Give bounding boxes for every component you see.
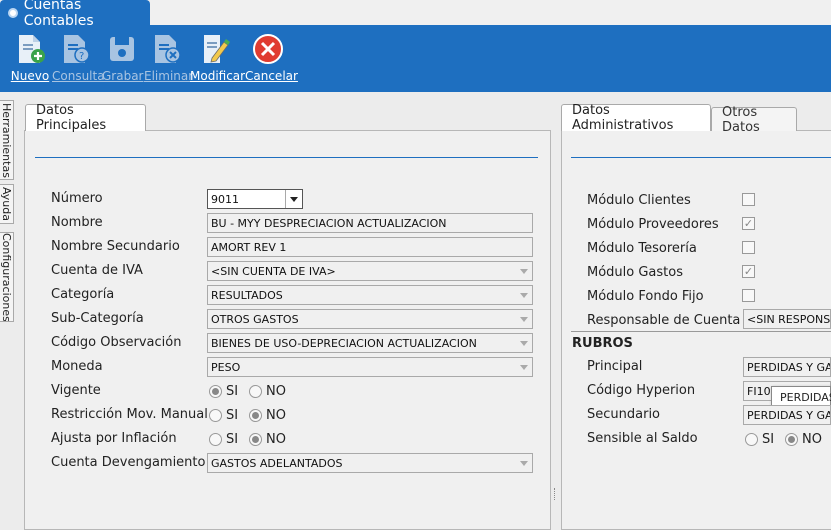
sensible-si-radio[interactable]: SI (745, 432, 774, 447)
sensible-no-radio[interactable]: NO (785, 432, 822, 447)
codigo-observacion-label: Código Observación (51, 335, 182, 350)
modulo-proveedores-label: Módulo Proveedores (587, 217, 719, 232)
modificar-label: Modificar (190, 69, 246, 83)
cancelar-label: Cancelar (245, 69, 298, 83)
tab-otros-datos[interactable]: Otros Datos (711, 105, 797, 135)
codigo-hyperion-label: Código Hyperion (587, 383, 696, 398)
ajusta-no-radio[interactable]: NO (249, 432, 286, 447)
query-document-icon: ? (64, 35, 90, 63)
side-tabs: Herramientas Ayuda Configuraciones (0, 92, 14, 523)
cuenta-iva-label: Cuenta de IVA (51, 263, 143, 278)
nuevo-button[interactable]: Nuevo (10, 32, 50, 83)
splitter-handle[interactable] (554, 488, 556, 500)
modulo-fondo-fijo-checkbox[interactable] (742, 289, 755, 302)
tab-datos-principales[interactable]: Datos Principales (25, 103, 146, 133)
cancel-circle-icon (253, 34, 283, 64)
vigente-si-radio[interactable]: SI (209, 384, 238, 399)
modulo-gastos-label: Módulo Gastos (587, 265, 683, 280)
chevron-down-icon (520, 317, 528, 322)
devengamiento-label: Cuenta Devengamiento (51, 455, 206, 470)
grabar-label: Grabar (102, 69, 144, 83)
chevron-down-icon[interactable] (285, 190, 302, 208)
codigo-observacion-select[interactable]: BIENES DE USO-DEPRECIACION ACTUALIZACION (207, 333, 533, 353)
new-document-icon (19, 35, 45, 63)
categoria-select[interactable]: RESULTADOS (207, 285, 533, 305)
window-tab-title: Cuentas Contables (23, 0, 94, 29)
modulo-gastos-checkbox[interactable]: ✓ (742, 265, 755, 278)
datos-administrativos-panel (561, 130, 831, 530)
devengamiento-select[interactable]: GASTOS ADELANTADOS (207, 453, 533, 473)
principal-label: Principal (587, 359, 643, 374)
modulo-fondo-fijo-label: Módulo Fondo Fijo (587, 289, 704, 304)
modulo-clientes-checkbox[interactable] (742, 193, 755, 206)
svg-text:?: ? (79, 51, 84, 62)
modulo-proveedores-checkbox[interactable]: ✓ (742, 217, 755, 230)
edit-document-icon (204, 35, 230, 63)
moneda-select[interactable]: PESO (207, 357, 533, 377)
cancelar-button[interactable]: Cancelar (245, 32, 298, 83)
ajusta-si-radio[interactable]: SI (209, 432, 238, 447)
vigente-no-radio[interactable]: NO (249, 384, 286, 399)
delete-document-icon (155, 35, 181, 63)
rubros-heading: RUBROS (572, 336, 633, 351)
sidebar-tab-ayuda[interactable]: Ayuda (0, 184, 14, 224)
divider (35, 157, 538, 158)
chevron-down-icon (520, 293, 528, 298)
divider (571, 331, 831, 332)
sensible-saldo-label: Sensible al Saldo (587, 431, 698, 446)
sidebar-tab-configuraciones[interactable]: Configuraciones (0, 232, 14, 322)
consulta-label: Consulta (52, 69, 105, 83)
tab-datos-administrativos[interactable]: Datos Administrativos (561, 103, 711, 133)
consulta-button[interactable]: ? Consulta (52, 32, 105, 83)
ajusta-label: Ajusta por Inflación (51, 431, 177, 446)
nuevo-label: Nuevo (10, 69, 50, 83)
tab-radio-icon (8, 8, 18, 18)
eliminar-label: Eliminar (144, 69, 194, 83)
grabar-button[interactable]: Grabar (102, 32, 144, 83)
divider (571, 157, 831, 158)
subcategoria-select[interactable]: OTROS GASTOS (207, 309, 533, 329)
nombre-label: Nombre (51, 215, 103, 230)
cuenta-iva-select[interactable]: <SIN CUENTA DE IVA> (207, 261, 533, 281)
chevron-down-icon (520, 341, 528, 346)
eliminar-button[interactable]: Eliminar (144, 32, 193, 83)
modulo-tesoreria-checkbox[interactable] (742, 241, 755, 254)
responsable-label: Responsable de Cuenta (587, 313, 741, 328)
window-tab-cuentas-contables[interactable]: Cuentas Contables (0, 0, 150, 29)
save-disk-icon (110, 37, 134, 61)
restriccion-label: Restricción Mov. Manual (51, 407, 208, 422)
principal-field[interactable]: PERDIDAS Y GANA (743, 357, 831, 377)
restriccion-no-radio[interactable]: NO (249, 408, 286, 423)
chevron-down-icon (520, 365, 528, 370)
nombre-secundario-field[interactable]: AMORT REV 1 (207, 237, 533, 257)
chevron-down-icon (520, 269, 528, 274)
chevron-down-icon (520, 461, 528, 466)
restriccion-si-radio[interactable]: SI (209, 408, 238, 423)
secundario-field[interactable]: PERDIDAS Y GANA (743, 405, 831, 425)
numero-combo[interactable]: 9011 (207, 189, 303, 209)
nombre-secundario-label: Nombre Secundario (51, 239, 180, 254)
modulo-tesoreria-label: Módulo Tesorería (587, 241, 697, 256)
moneda-label: Moneda (51, 359, 103, 374)
modificar-button[interactable]: Modificar (190, 32, 245, 83)
modulo-clientes-label: Módulo Clientes (587, 193, 691, 208)
toolbar: Nuevo ? Consulta Grabar Eliminar Modific… (0, 26, 831, 92)
categoria-label: Categoría (51, 287, 115, 302)
responsable-select[interactable]: <SIN RESPONSABLE (743, 309, 831, 329)
subcategoria-label: Sub-Categoría (51, 311, 144, 326)
sidebar-tab-herramientas[interactable]: Herramientas (0, 100, 14, 180)
nombre-field[interactable]: BU - MYY DESPRECIACION ACTUALIZACION (207, 213, 533, 233)
vigente-label: Vigente (51, 383, 101, 398)
secundario-label: Secundario (587, 407, 661, 422)
numero-label: Número (51, 191, 103, 206)
